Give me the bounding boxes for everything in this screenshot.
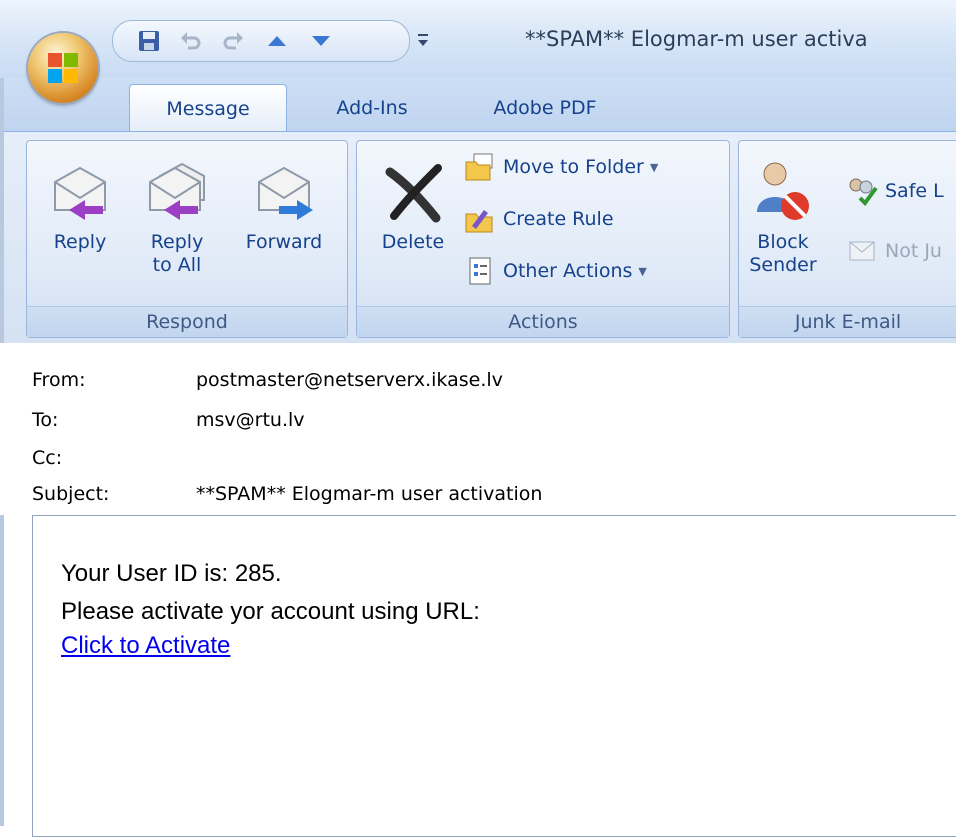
subject-label: Subject: — [32, 483, 110, 505]
ribbon-tabs: Message Add-Ins Adobe PDF — [0, 78, 956, 133]
activate-link[interactable]: Click to Activate — [61, 632, 230, 659]
quick-access-toolbar — [112, 20, 410, 62]
other-actions-icon — [463, 254, 497, 288]
tab-message[interactable]: Message — [129, 84, 287, 133]
save-icon[interactable] — [133, 25, 165, 57]
from-label: From: — [32, 369, 86, 391]
to-value[interactable]: msv@rtu.lv — [196, 409, 305, 431]
reply-all-icon — [137, 151, 217, 231]
not-junk-button: Not Ju — [845, 231, 942, 271]
respond-group-label: Respond — [27, 306, 347, 337]
move-to-folder-label: Move to Folder — [503, 156, 644, 178]
reply-all-label-line1: Reply — [150, 231, 204, 253]
forward-button[interactable]: Forward — [231, 151, 337, 254]
delete-icon — [371, 151, 455, 231]
office-button[interactable] — [28, 33, 98, 103]
reply-all-button[interactable]: Reply to All — [137, 151, 217, 277]
body-instruction-line: Please activate yor account using URL: — [61, 598, 480, 625]
forward-label: Forward — [245, 231, 323, 253]
block-sender-icon — [745, 151, 821, 231]
respond-group: Reply Reply to All Forward Respond — [26, 140, 348, 338]
other-actions-button[interactable]: Other Actions ▼ — [463, 251, 647, 291]
message-header: From: postmaster@netserverx.ikase.lv To:… — [0, 343, 956, 515]
safe-lists-label: Safe L — [885, 180, 944, 202]
reply-all-label-line2: to All — [152, 254, 202, 276]
move-to-folder-dropdown-icon: ▼ — [649, 160, 659, 174]
title-bar: **SPAM** Elogmar-m user activa — [0, 0, 956, 78]
undo-icon[interactable] — [175, 25, 207, 57]
cc-label: Cc: — [32, 447, 63, 469]
actions-group-label: Actions — [357, 306, 729, 337]
junk-email-group-label: Junk E-mail — [739, 306, 956, 337]
message-body[interactable]: Your User ID is: 285. Please activate yo… — [32, 515, 956, 837]
from-value[interactable]: postmaster@netserverx.ikase.lv — [196, 369, 503, 391]
actions-group: Delete Move to Folder ▼ Create Rule Othe… — [356, 140, 730, 338]
move-to-folder-button[interactable]: Move to Folder ▼ — [463, 147, 658, 187]
other-actions-dropdown-icon: ▼ — [638, 264, 647, 278]
to-label: To: — [32, 409, 59, 431]
not-junk-label: Not Ju — [885, 240, 942, 262]
reply-button[interactable]: Reply — [45, 151, 115, 254]
block-sender-button[interactable]: Block Sender — [745, 151, 821, 277]
body-user-id-line: Your User ID is: 285. — [61, 560, 282, 587]
junk-email-group: Block Sender Safe L Not Ju Junk E-mail — [738, 140, 956, 338]
forward-icon — [231, 151, 337, 231]
move-to-folder-icon — [463, 150, 497, 184]
safe-lists-button[interactable]: Safe L — [845, 171, 944, 211]
window-title: **SPAM** Elogmar-m user activa — [525, 27, 868, 51]
not-junk-icon — [845, 234, 879, 268]
reply-label: Reply — [53, 231, 107, 253]
tab-add-ins[interactable]: Add-Ins — [322, 84, 422, 132]
other-actions-label: Other Actions — [503, 260, 633, 282]
subject-value: **SPAM** Elogmar-m user activation — [196, 483, 543, 505]
reply-icon — [45, 151, 115, 231]
create-rule-button[interactable]: Create Rule — [463, 199, 614, 239]
delete-label: Delete — [381, 231, 445, 253]
create-rule-icon — [463, 202, 497, 236]
ribbon: Reply Reply to All Forward Respond Delet… — [0, 131, 956, 344]
next-item-icon[interactable] — [305, 25, 337, 57]
block-sender-label-line1: Block — [757, 231, 809, 253]
create-rule-label: Create Rule — [503, 208, 614, 230]
block-sender-label-line2: Sender — [749, 254, 817, 276]
customize-icon[interactable] — [414, 28, 432, 52]
tab-adobe-pdf[interactable]: Adobe PDF — [470, 84, 620, 132]
redo-icon[interactable] — [217, 25, 249, 57]
previous-item-icon[interactable] — [261, 25, 293, 57]
safe-lists-icon — [845, 174, 879, 208]
delete-button[interactable]: Delete — [371, 151, 455, 254]
office-logo-icon — [47, 52, 79, 84]
